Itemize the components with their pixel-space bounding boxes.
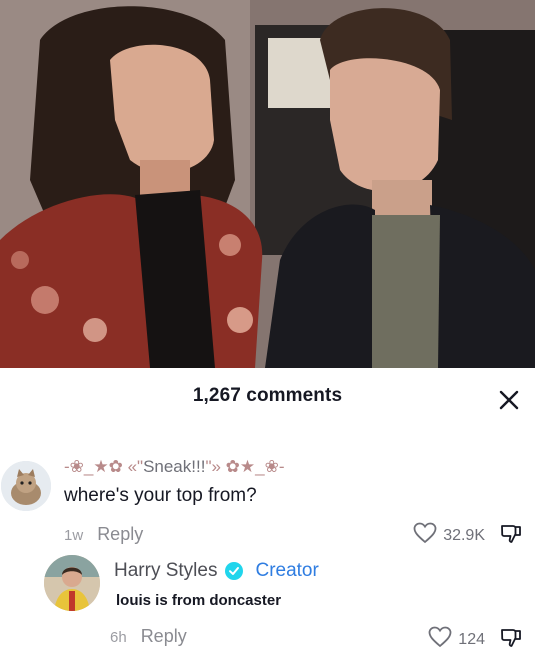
creator-badge: Creator [255, 560, 319, 581]
creator-username-row[interactable]: Harry Styles Creator [114, 560, 319, 582]
avatar[interactable] [1, 461, 51, 511]
reply-button[interactable]: Reply [97, 524, 143, 545]
comment-text: where's your top from? [64, 485, 257, 506]
dislike-button[interactable] [499, 522, 523, 551]
thumbs-down-icon [501, 629, 521, 647]
comment-meta: 1w Reply [64, 524, 143, 545]
like-button[interactable] [428, 626, 452, 647]
username-decoration: -❀_★✿ «" [64, 457, 144, 476]
close-button[interactable] [497, 388, 521, 412]
comment-meta: 6h Reply [110, 626, 187, 647]
comments-sheet: 1,267 comments -❀_★✿ «"Sneak!!!"» ✿★_❀- … [0, 368, 535, 647]
cat-avatar-icon [1, 461, 51, 511]
like-count: 32.9K [443, 526, 485, 544]
thumbs-down-icon [501, 525, 521, 543]
avatar[interactable] [44, 555, 100, 611]
photo-illustration [0, 0, 535, 368]
comment-username[interactable]: -❀_★✿ «"Sneak!!!"» ✿★_❀- [64, 457, 285, 477]
comment-text: louis is from doncaster [116, 592, 282, 609]
dislike-button[interactable] [499, 626, 523, 647]
video-photo [0, 0, 535, 368]
comment-username[interactable]: Harry Styles [114, 560, 217, 582]
like-button[interactable] [413, 522, 437, 549]
comments-count: 1,267 comments [192, 385, 343, 406]
verified-badge-icon [225, 562, 244, 580]
like-count: 124 [458, 630, 485, 647]
heart-outline-icon [413, 522, 437, 544]
reply-button[interactable]: Reply [141, 626, 187, 647]
person-avatar-icon [44, 555, 100, 611]
checkmark-icon [229, 567, 240, 575]
username-decoration: "» ✿★_❀- [205, 457, 285, 476]
like-group: 32.9K [413, 522, 485, 549]
close-icon [499, 390, 519, 410]
username-text: Sneak!!! [143, 457, 206, 476]
heart-outline-icon [428, 626, 452, 647]
like-group: 124 [428, 626, 485, 647]
comment-time: 1w [64, 527, 84, 544]
comment-time: 6h [110, 629, 127, 646]
